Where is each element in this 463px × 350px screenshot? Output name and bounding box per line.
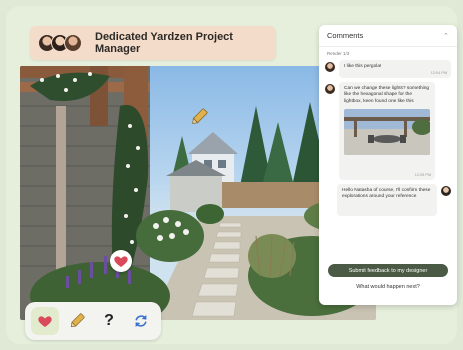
annotation-pencil-pin[interactable]	[188, 106, 210, 128]
refresh-tool-button[interactable]	[127, 307, 155, 335]
pencil-tool-button[interactable]	[63, 307, 91, 335]
pencil-icon	[70, 313, 85, 328]
reference-image[interactable]	[344, 109, 430, 156]
submit-feedback-button[interactable]: Submit feedback to my designer	[328, 264, 448, 277]
comment-time: 12:04 PM	[430, 70, 447, 75]
refresh-icon	[135, 315, 147, 327]
avatar	[441, 186, 451, 196]
question-tool-button[interactable]: ?	[95, 307, 123, 335]
avatar	[325, 84, 335, 94]
heart-tool-button[interactable]	[31, 307, 59, 335]
heart-icon	[38, 316, 52, 327]
comment-text: I like this pergola!	[344, 64, 382, 69]
project-manager-banner: Dedicated Yardzen Project Manager	[30, 26, 276, 60]
patio-photo	[344, 109, 430, 156]
annotation-heart-pin[interactable]	[110, 250, 132, 272]
comments-title: Comments	[327, 31, 364, 40]
comment-time: 12:05 PM	[414, 172, 431, 177]
avatar	[325, 62, 335, 72]
comment-bubble: I like this pergola! 12:04 PM	[339, 60, 451, 78]
comment-text: Can we change these lights? something li…	[344, 86, 430, 104]
banner-title: Dedicated Yardzen Project Manager	[95, 31, 233, 55]
comment-bubble: Can we change these lights? something li…	[339, 82, 435, 180]
comments-header: Comments ⌃	[319, 25, 457, 47]
what-next-link[interactable]: What would happen next?	[319, 284, 457, 290]
thread-label: Render 1/3	[327, 51, 350, 56]
comment-item: Hello Natasha of course, I'll confirm th…	[319, 182, 457, 218]
team-avatars	[38, 34, 82, 52]
comment-text: Hello Natasha of course, I'll confirm th…	[342, 188, 431, 200]
question-icon: ?	[104, 312, 114, 329]
comment-item: Can we change these lights? something li…	[319, 80, 457, 182]
comments-panel: Comments ⌃ Render 1/3 I like this pergol…	[319, 25, 457, 305]
pencil-icon	[192, 108, 208, 124]
heart-icon	[114, 256, 128, 267]
avatar	[64, 34, 82, 52]
comment-item: I like this pergola! 12:04 PM	[319, 58, 457, 80]
reaction-toolbar: ?	[25, 302, 161, 340]
chevron-up-icon[interactable]: ⌃	[443, 32, 449, 40]
comment-bubble: Hello Natasha of course, I'll confirm th…	[337, 184, 437, 216]
